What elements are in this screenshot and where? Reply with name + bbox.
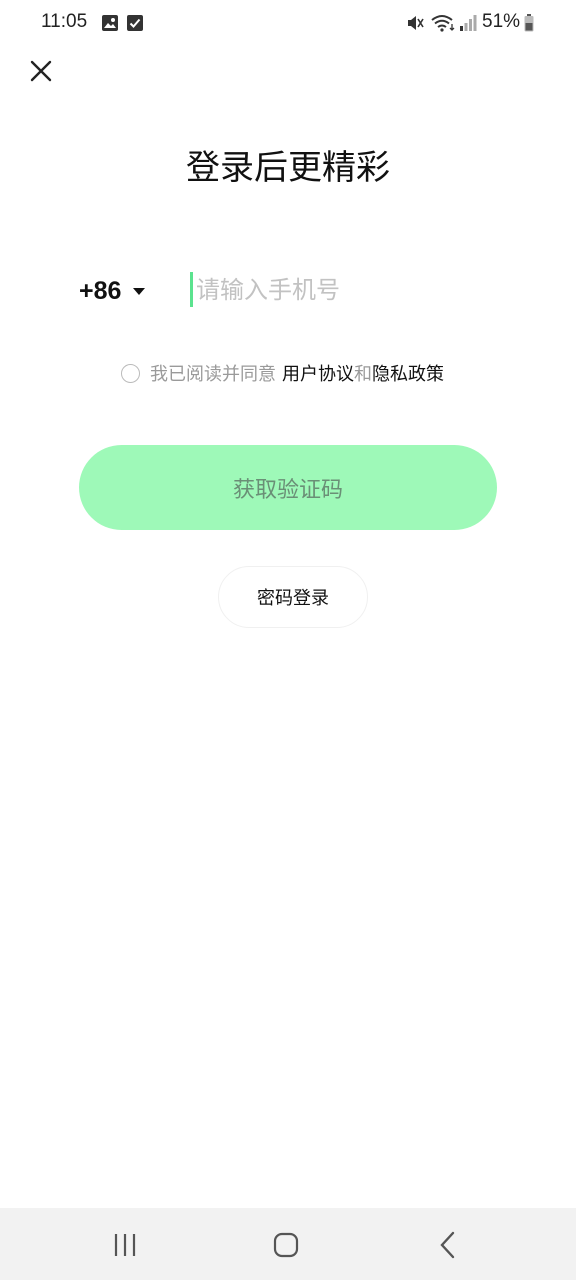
agreement-and: 和 (354, 364, 372, 385)
text-cursor (190, 272, 193, 307)
country-code-selector[interactable]: +86 (79, 272, 146, 310)
get-verification-code-button[interactable]: 获取验证码 (79, 445, 497, 530)
gallery-icon (102, 15, 118, 31)
recent-apps-icon[interactable] (108, 1228, 142, 1262)
agreement-checkbox[interactable] (121, 363, 140, 383)
battery-icon (524, 14, 534, 32)
phone-number-input[interactable] (190, 268, 516, 312)
checkbox-notification-icon (127, 15, 143, 31)
password-login-button[interactable]: 密码登录 (218, 566, 368, 628)
status-bar: 11:05 51% (0, 0, 576, 48)
agreement-prefix: 我已阅读并同意 (150, 364, 276, 385)
back-icon[interactable] (431, 1228, 465, 1262)
wifi-icon (431, 15, 455, 32)
signal-icon (460, 15, 477, 31)
user-agreement-link[interactable]: 用户协议 (282, 360, 354, 386)
privacy-policy-link[interactable]: 隐私政策 (372, 360, 444, 386)
battery-percent: 51% (482, 11, 521, 32)
agreement-row: 我已阅读并同意 用户协议 和 隐私政策 (121, 360, 444, 386)
close-icon[interactable] (26, 56, 56, 86)
system-navigation-bar (0, 1208, 576, 1280)
country-code: +86 (79, 276, 122, 305)
home-icon[interactable] (269, 1228, 303, 1262)
mute-icon (408, 16, 424, 30)
status-time: 11:05 (41, 11, 88, 32)
dropdown-arrow-icon (133, 287, 146, 295)
page-title: 登录后更精彩 (186, 148, 390, 188)
